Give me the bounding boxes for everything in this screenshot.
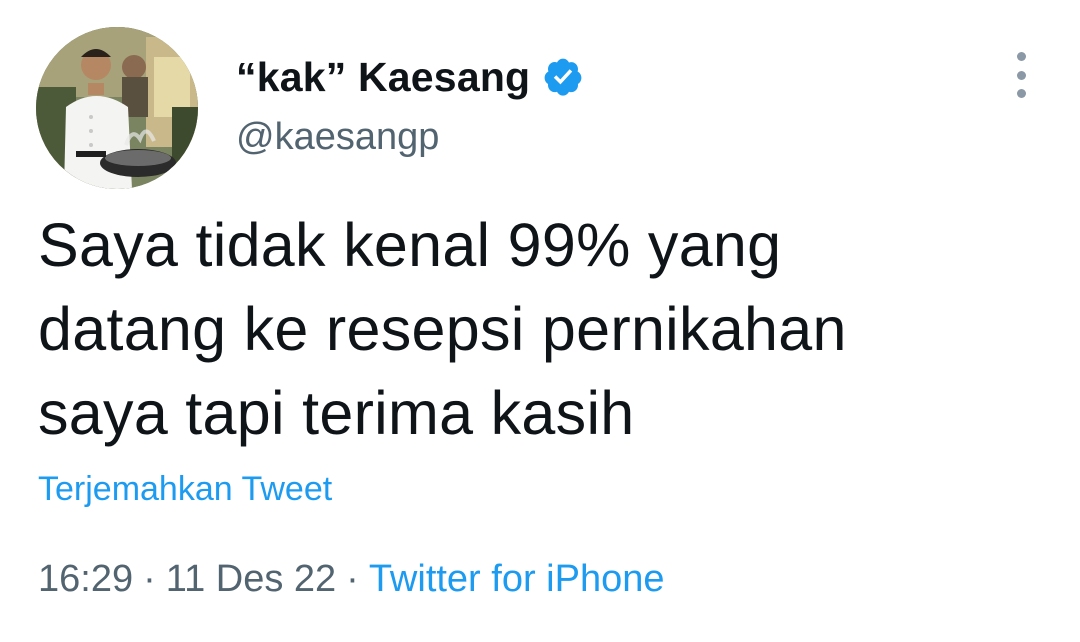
avatar-image xyxy=(36,27,198,189)
meta-separator: · xyxy=(346,558,359,600)
more-dot xyxy=(1016,89,1026,98)
display-name-row: “kak” Kaesang xyxy=(236,50,584,104)
more-dot xyxy=(1016,52,1026,61)
more-options-icon[interactable] xyxy=(1004,52,1038,98)
verified-badge-icon xyxy=(544,58,582,96)
more-dot xyxy=(1016,70,1026,80)
translate-tweet-link[interactable]: Terjemahkan Tweet xyxy=(38,470,332,509)
avatar[interactable] xyxy=(36,27,198,189)
tweet-text-line: saya tapi terima kasih xyxy=(38,379,635,447)
tweet-text-line: Saya tidak kenal 99% yang xyxy=(38,211,782,279)
tweet-time[interactable]: 16:29 xyxy=(38,558,133,600)
display-name[interactable]: “kak” Kaesang xyxy=(236,54,530,101)
tweet-source-link[interactable]: Twitter for iPhone xyxy=(369,558,665,600)
tweet-meta: 16:29 · 11 Des 22 · Twitter for iPhone xyxy=(38,558,665,601)
tweet-text-line: datang ke resepsi pernikahan xyxy=(38,295,847,363)
meta-separator: · xyxy=(143,558,156,600)
tweet-card: “kak” Kaesang @kaesangp Saya tidak kenal… xyxy=(0,0,1080,642)
user-handle[interactable]: @kaesangp xyxy=(236,116,439,159)
tweet-date[interactable]: 11 Des 22 xyxy=(166,558,336,600)
tweet-text: Saya tidak kenal 99% yang datang ke rese… xyxy=(38,203,1048,455)
